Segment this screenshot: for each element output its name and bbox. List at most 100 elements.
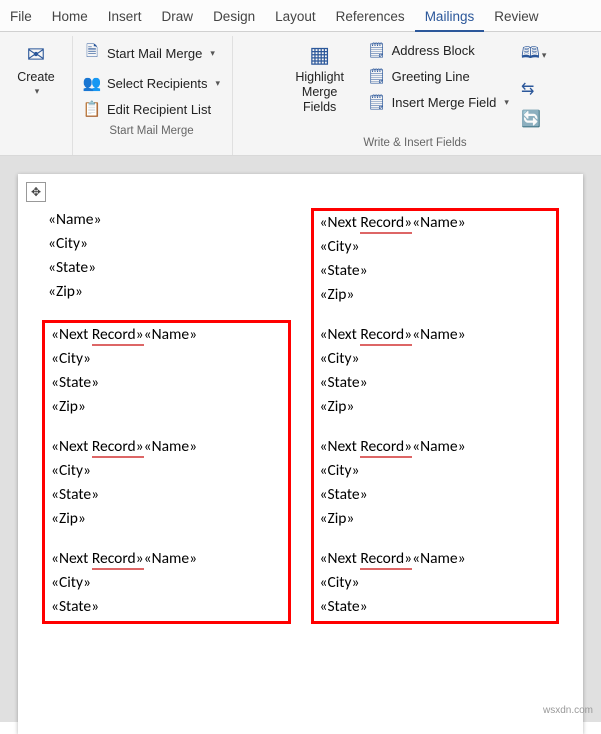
tab-design[interactable]: Design [203, 4, 265, 31]
merge-field-name: «Name» [412, 213, 465, 232]
merge-field-state: «State» [320, 485, 368, 504]
tab-layout[interactable]: Layout [265, 4, 326, 31]
group-write-insert: ▦ Highlight Merge Fields 🗒 Address Block… [233, 36, 599, 155]
document-page[interactable]: ✥ «Name» «City» «State» «Zip» «Next Reco… [18, 174, 583, 734]
merge-field-state: «State» [320, 597, 368, 616]
merge-field-city: «City» [320, 573, 360, 592]
select-recipients-label: Select Recipients [107, 76, 207, 91]
merge-field-zip: «Zip» [320, 397, 355, 416]
tab-mailings[interactable]: Mailings [415, 4, 485, 32]
highlight-icon: ▦ [309, 42, 330, 68]
insert-merge-field-label: Insert Merge Field [392, 95, 497, 110]
table-move-handle[interactable]: ✥ [26, 182, 46, 202]
merge-field-next: «Next Record» [320, 437, 413, 458]
create-button[interactable]: ✉ Create ▾ [10, 38, 62, 101]
label-cell[interactable]: «Next Record»«Name» «City» «State» [47, 547, 286, 619]
group-label-blank [34, 105, 37, 121]
merge-field-state: «State» [51, 485, 99, 504]
create-label: Create [17, 70, 55, 84]
label-column-right: «Next Record»«Name» «City» «State» «Zip»… [311, 208, 560, 624]
ribbon-tabs: File Home Insert Draw Design Layout Refe… [0, 0, 601, 32]
merge-field-city: «City» [51, 349, 91, 368]
greeting-line-button[interactable]: 🗒 Greeting Line [366, 64, 511, 88]
label-cell[interactable]: «Next Record»«Name» «City» «State» «Zip» [47, 323, 286, 419]
merge-field-state: «State» [51, 597, 99, 616]
merge-field-icon: 🗒 [368, 93, 386, 111]
merge-field-zip: «Zip» [48, 282, 83, 301]
address-icon: 🗒 [368, 41, 386, 59]
merge-field-name: «Name» [144, 325, 197, 344]
merge-field-state: «State» [48, 258, 96, 277]
list-edit-icon: 📋 [83, 100, 101, 118]
highlight-box-left: «Next Record»«Name» «City» «State» «Zip»… [42, 320, 291, 624]
edit-recipient-list-button[interactable]: 📋 Edit Recipient List [81, 97, 222, 121]
edit-recipient-list-label: Edit Recipient List [107, 102, 211, 117]
group-start-mail-merge: 🗎 Start Mail Merge ▾ 👥 Select Recipients… [73, 36, 233, 155]
label-column-left: «Name» «City» «State» «Zip» «Next Record… [42, 208, 291, 624]
insert-merge-field-button[interactable]: 🗒 Insert Merge Field ▾ [366, 90, 511, 114]
document-icon: 🗎 [83, 41, 101, 66]
merge-field-city: «City» [51, 461, 91, 480]
merge-field-city: «City» [320, 237, 360, 256]
highlight-label: Highlight Merge Fields [284, 70, 356, 115]
label-cell[interactable]: «Next Record»«Name» «City» «State» «Zip» [316, 323, 555, 419]
merge-field-zip: «Zip» [320, 509, 355, 528]
merge-field-name: «Name» [412, 437, 465, 456]
merge-field-name: «Name» [48, 210, 101, 229]
merge-field-zip: «Zip» [51, 509, 86, 528]
address-block-label: Address Block [392, 43, 475, 58]
envelope-icon: ✉ [27, 42, 45, 68]
chevron-down-icon: ▾ [215, 78, 220, 89]
merge-field-name: «Name» [412, 549, 465, 568]
group-label-write: Write & Insert Fields [363, 137, 466, 153]
label-cell[interactable]: «Next Record»«Name» «City» «State» «Zip» [47, 435, 286, 531]
group-label-start: Start Mail Merge [109, 125, 193, 141]
merge-field-name: «Name» [144, 437, 197, 456]
merge-field-zip: «Zip» [51, 397, 86, 416]
merge-field-next: «Next Record» [51, 437, 144, 458]
label-cell[interactable]: «Next Record»«Name» «City» «State» [316, 547, 555, 619]
merge-field-state: «State» [320, 373, 368, 392]
chevron-down-icon: ▾ [210, 48, 215, 59]
start-mail-merge-button[interactable]: 🗎 Start Mail Merge ▾ [81, 38, 222, 69]
tab-file[interactable]: File [0, 4, 42, 31]
merge-field-state: «State» [320, 261, 368, 280]
merge-field-name: «Name» [144, 549, 197, 568]
merge-field-city: «City» [320, 461, 360, 480]
tab-draw[interactable]: Draw [152, 4, 204, 31]
tab-home[interactable]: Home [42, 4, 98, 31]
merge-field-city: «City» [51, 573, 91, 592]
merge-field-next: «Next Record» [51, 325, 144, 346]
label-cell[interactable]: «Next Record»«Name» «City» «State» «Zip» [316, 435, 555, 531]
merge-field-city: «City» [320, 349, 360, 368]
merge-field-next: «Next Record» [320, 549, 413, 570]
merge-field-next: «Next Record» [51, 549, 144, 570]
merge-field-city: «City» [48, 234, 88, 253]
select-recipients-button[interactable]: 👥 Select Recipients ▾ [81, 71, 222, 95]
update-labels-icon[interactable]: 🔄 [519, 107, 548, 131]
chevron-down-icon: ▾ [35, 86, 40, 97]
label-cell[interactable]: «Name» «City» «State» «Zip» [42, 208, 291, 304]
tab-references[interactable]: References [326, 4, 415, 31]
merge-field-name: «Name» [412, 325, 465, 344]
tab-review[interactable]: Review [484, 4, 548, 31]
watermark: wsxdn.com [543, 705, 593, 716]
ribbon: ✉ Create ▾ 🗎 Start Mail Merge ▾ 👥 Select… [0, 32, 601, 156]
merge-field-state: «State» [51, 373, 99, 392]
people-icon: 👥 [83, 74, 101, 92]
rules-icon[interactable]: 🕮▾ [519, 40, 548, 71]
greeting-icon: 🗒 [368, 67, 386, 85]
greeting-line-label: Greeting Line [392, 69, 470, 84]
address-block-button[interactable]: 🗒 Address Block [366, 38, 511, 62]
match-fields-icon[interactable]: ⇆ [519, 77, 548, 101]
highlight-merge-fields-button[interactable]: ▦ Highlight Merge Fields [282, 38, 358, 119]
merge-field-next: «Next Record» [320, 213, 413, 234]
chevron-down-icon: ▾ [504, 97, 509, 108]
group-create: ✉ Create ▾ [2, 36, 73, 155]
start-mail-merge-label: Start Mail Merge [107, 46, 202, 61]
highlight-box-right: «Next Record»«Name» «City» «State» «Zip»… [311, 208, 560, 624]
merge-field-next: «Next Record» [320, 325, 413, 346]
merge-field-zip: «Zip» [320, 285, 355, 304]
label-cell[interactable]: «Next Record»«Name» «City» «State» «Zip» [316, 211, 555, 307]
tab-insert[interactable]: Insert [98, 4, 152, 31]
